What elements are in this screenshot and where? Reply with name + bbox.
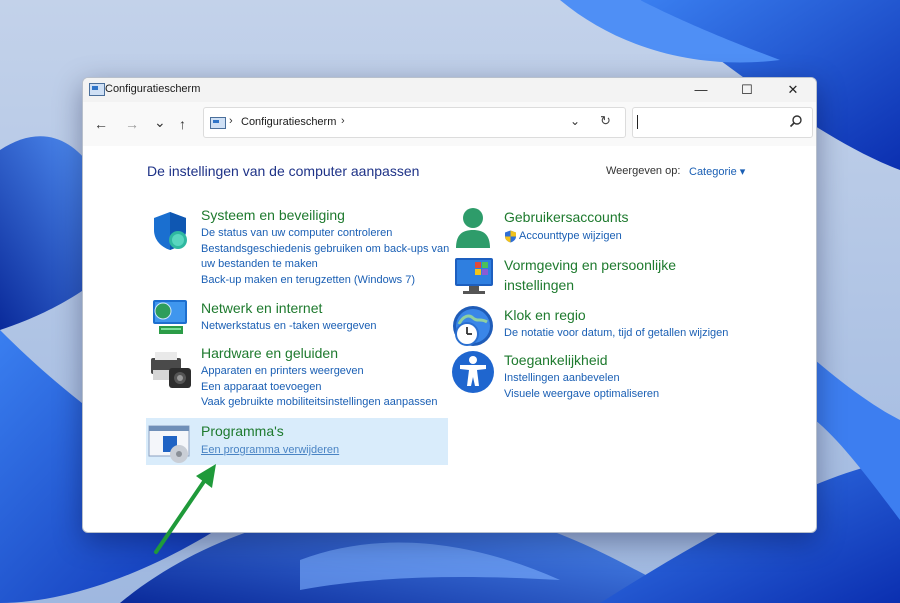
category-title-line-1[interactable]: Vormgeving en persoonlijke xyxy=(504,255,676,275)
control-panel-icon xyxy=(89,83,105,96)
user-icon xyxy=(456,208,490,248)
printer-icon xyxy=(151,352,191,388)
maximize-button[interactable]: ☐ xyxy=(724,78,770,102)
category-link[interactable]: Accounttype wijzigen xyxy=(519,229,629,245)
programs-icon xyxy=(148,425,190,463)
category-link[interactable]: Back-up maken en terugzetten (Windows 7) xyxy=(201,273,449,289)
category-title[interactable]: Systeem en beveiliging xyxy=(201,207,449,224)
address-dropdown-chevron-icon[interactable]: ⌄ xyxy=(570,114,580,128)
network-icon xyxy=(153,300,187,334)
category-network-internet: Netwerk en internet Netwerkstatus en -ta… xyxy=(201,300,376,335)
close-button[interactable]: ✕ xyxy=(770,78,816,102)
category-appearance: Vormgeving en persoonlijke instellingen xyxy=(504,255,676,295)
category-link[interactable]: Apparaten en printers weergeven xyxy=(201,364,437,380)
category-title-line-2[interactable]: instellingen xyxy=(504,275,676,295)
up-arrow-icon[interactable]: ↑ xyxy=(179,116,186,132)
view-by-dropdown[interactable]: Categorie ▾ xyxy=(689,165,745,178)
title-bar: Configuratiescherm — ☐ ✕ xyxy=(83,78,816,102)
recent-locations-chevron-icon[interactable]: ⌄ xyxy=(154,114,166,131)
category-link[interactable]: Vaak gebruikte mobiliteitsinstellingen a… xyxy=(201,395,437,411)
category-title[interactable]: Toegankelijkheid xyxy=(504,352,659,369)
category-system-security: Systeem en beveiliging De status van uw … xyxy=(201,207,449,288)
uninstall-program-link[interactable]: Een programma verwijderen xyxy=(201,443,339,459)
back-arrow-icon[interactable]: ← xyxy=(94,116,108,132)
appearance-icon xyxy=(455,258,493,294)
category-link[interactable]: De status van uw computer controleren xyxy=(201,226,449,242)
category-link[interactable]: Bestandsgeschiedenis gebruiken om back-u… xyxy=(201,242,449,258)
category-link[interactable]: Visuele weergave optimaliseren xyxy=(504,387,659,403)
category-programs: Programma's Een programma verwijderen xyxy=(201,423,339,459)
control-panel-icon xyxy=(210,117,226,129)
window-title: Configuratiescherm xyxy=(105,83,201,95)
category-title[interactable]: Gebruikersaccounts xyxy=(504,209,629,226)
search-input[interactable] xyxy=(632,107,813,138)
category-link[interactable]: Een apparaat toevoegen xyxy=(201,380,437,396)
category-link[interactable]: Instellingen aanbevelen xyxy=(504,371,659,387)
category-user-accounts: Gebruikersaccounts Accounttype wijzigen xyxy=(504,209,629,245)
minimize-button[interactable]: — xyxy=(678,78,724,102)
page-title: De instellingen van de computer aanpasse… xyxy=(147,163,420,179)
search-icon xyxy=(789,115,802,128)
breadcrumb-control-panel[interactable]: Configuratiescherm xyxy=(241,116,336,128)
category-title[interactable]: Programma's xyxy=(201,423,339,440)
accessibility-icon xyxy=(452,351,494,393)
uac-shield-icon xyxy=(505,230,516,243)
address-bar[interactable]: › Configuratiescherm › ⌄ ↻ xyxy=(203,107,626,138)
text-caret xyxy=(637,115,638,129)
breadcrumb-separator-icon[interactable]: › xyxy=(341,115,345,127)
category-link[interactable]: uw bestanden te maken xyxy=(201,257,449,273)
navigation-toolbar: ← → ⌄ ↑ › Configuratiescherm › ⌄ ↻ xyxy=(83,102,816,146)
control-panel-window: Configuratiescherm — ☐ ✕ ← → ⌄ ↑ › Confi… xyxy=(82,77,817,533)
category-link[interactable]: Netwerkstatus en -taken weergeven xyxy=(201,319,376,335)
clock-icon xyxy=(453,306,493,346)
view-by-label: Weergeven op: xyxy=(606,165,681,177)
category-title[interactable]: Hardware en geluiden xyxy=(201,345,437,362)
refresh-icon[interactable]: ↻ xyxy=(600,113,611,129)
shield-icon xyxy=(154,212,187,250)
category-title[interactable]: Netwerk en internet xyxy=(201,300,376,317)
category-link[interactable]: De notatie voor datum, tijd of getallen … xyxy=(504,326,728,342)
forward-arrow-icon[interactable]: → xyxy=(125,116,139,132)
category-hardware-sound: Hardware en geluiden Apparaten en printe… xyxy=(201,345,437,411)
category-title[interactable]: Klok en regio xyxy=(504,307,728,324)
breadcrumb-separator-icon[interactable]: › xyxy=(229,115,233,127)
category-clock-region: Klok en regio De notatie voor datum, tij… xyxy=(504,307,728,342)
category-accessibility: Toegankelijkheid Instellingen aanbevelen… xyxy=(504,352,659,402)
